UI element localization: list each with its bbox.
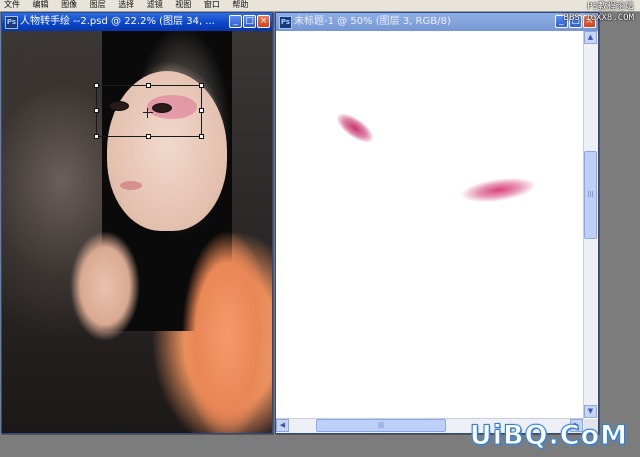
transform-handle-bottom[interactable] bbox=[146, 134, 151, 139]
document-titlebar-portrait[interactable]: Ps 人物转手绘 --2.psd @ 22.2% (图层 34, ... _ □ × bbox=[2, 13, 272, 31]
portrait-lips bbox=[120, 181, 142, 190]
document-window-untitled[interactable]: Ps 未标题-1 @ 50% (图层 3, RGB/8) _ □ × ▲ ||| ▼… bbox=[275, 12, 599, 434]
vertical-scroll-thumb[interactable]: ||| bbox=[584, 151, 597, 239]
photoshop-doc-icon: Ps bbox=[5, 16, 18, 29]
menu-select[interactable]: 选择 bbox=[114, 0, 140, 10]
menu-view[interactable]: 视图 bbox=[171, 0, 197, 10]
untitled-canvas[interactable] bbox=[276, 31, 584, 418]
menu-filter[interactable]: 滤镜 bbox=[143, 0, 169, 10]
scroll-down-button[interactable]: ▼ bbox=[584, 405, 597, 418]
menu-file[interactable]: 文件 bbox=[0, 0, 26, 10]
site-watermark: UiBQ.CoM bbox=[469, 420, 628, 452]
transform-handle-right[interactable] bbox=[199, 108, 204, 113]
maximize-button[interactable]: □ bbox=[243, 15, 256, 28]
menu-help[interactable]: 帮助 bbox=[228, 0, 254, 10]
close-button[interactable]: × bbox=[257, 15, 270, 28]
portrait-shirt bbox=[182, 231, 272, 433]
menu-window[interactable]: 窗口 bbox=[200, 0, 226, 10]
scroll-up-button[interactable]: ▲ bbox=[584, 31, 597, 44]
horizontal-scroll-thumb[interactable]: ||| bbox=[316, 419, 446, 432]
scroll-left-button[interactable]: ◀ bbox=[276, 419, 289, 432]
menu-layer[interactable]: 图层 bbox=[86, 0, 112, 10]
document-titlebar-untitled[interactable]: Ps 未标题-1 @ 50% (图层 3, RGB/8) _ □ × bbox=[276, 13, 598, 31]
eyeshadow-stroke-right bbox=[459, 173, 538, 207]
photoshop-doc-icon: Ps bbox=[279, 16, 292, 29]
transform-center-crosshair-icon[interactable] bbox=[143, 108, 153, 118]
transform-handle-bottom-right[interactable] bbox=[199, 134, 204, 139]
vertical-scrollbar[interactable]: ▲ ||| ▼ bbox=[583, 31, 598, 418]
document-title-untitled: 未标题-1 @ 50% (图层 3, RGB/8) bbox=[294, 16, 451, 27]
transform-handle-top-left[interactable] bbox=[94, 83, 99, 88]
transform-handle-bottom-left[interactable] bbox=[94, 134, 99, 139]
transform-handle-top[interactable] bbox=[146, 83, 151, 88]
minimize-button[interactable]: _ bbox=[229, 15, 242, 28]
menu-bar: 文件 编辑 图像 图层 选择 滤镜 视图 窗口 帮助 bbox=[0, 0, 640, 12]
document-window-portrait[interactable]: Ps 人物转手绘 --2.psd @ 22.2% (图层 34, ... _ □ × bbox=[1, 12, 273, 434]
transform-handle-left[interactable] bbox=[94, 108, 99, 113]
transform-handle-top-right[interactable] bbox=[199, 83, 204, 88]
menu-edit[interactable]: 编辑 bbox=[29, 0, 55, 10]
forum-watermark-name: PS教程论坛 bbox=[587, 2, 634, 12]
portrait-hand bbox=[70, 231, 140, 341]
document-title-portrait: 人物转手绘 --2.psd @ 22.2% (图层 34, ... bbox=[20, 16, 215, 27]
eyeshadow-stroke-left bbox=[332, 108, 378, 148]
portrait-canvas[interactable] bbox=[2, 31, 272, 433]
window-controls: _ □ × bbox=[228, 15, 270, 31]
menu-image[interactable]: 图像 bbox=[57, 0, 83, 10]
forum-watermark: PS教程论坛 BBS.16XX8.COM bbox=[564, 2, 634, 24]
forum-watermark-url: BBS.16XX8.COM bbox=[563, 13, 634, 23]
